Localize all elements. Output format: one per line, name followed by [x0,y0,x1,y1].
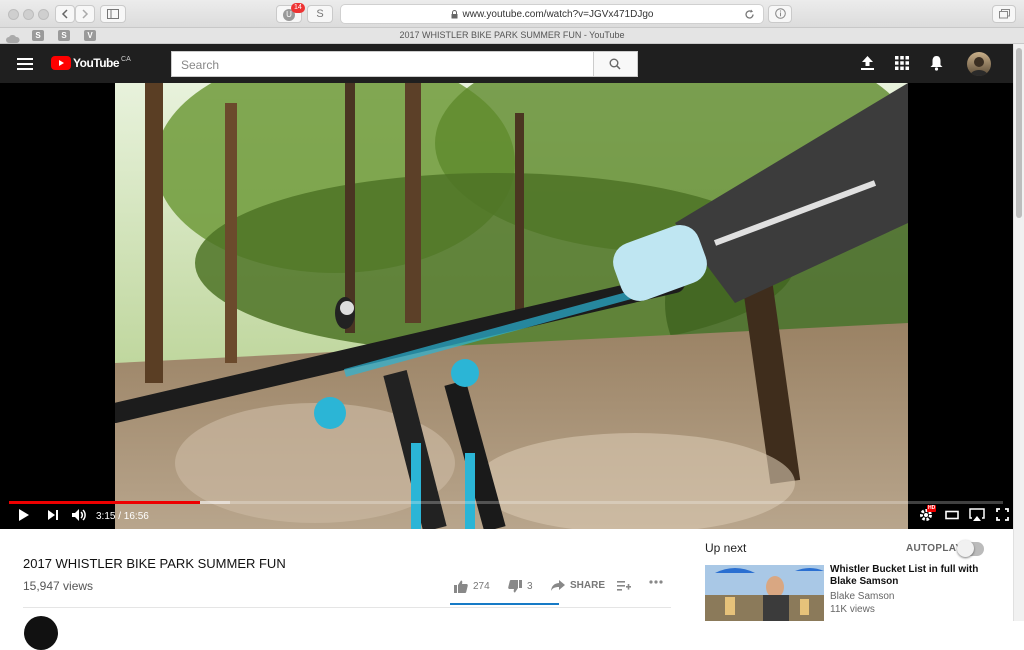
scrollbar-thumb[interactable] [1016,48,1022,218]
apps-button[interactable] [895,56,909,75]
play-icon [19,509,29,521]
airplay-button[interactable] [969,508,985,527]
info-icon [774,8,786,19]
next-button[interactable] [47,508,59,527]
autoplay-toggle[interactable] [957,540,984,557]
recommendation-channel[interactable]: Blake Samson [830,591,894,602]
account-avatar[interactable] [967,52,991,76]
volume-button[interactable] [71,508,87,527]
sidebar-toggle-button[interactable] [100,5,126,23]
lock-icon [451,9,458,18]
youtube-logo[interactable]: YouTube CA [51,56,131,70]
dislike-count: 3 [527,581,533,592]
like-button[interactable]: 274 [454,580,490,593]
reload-button[interactable] [744,7,755,25]
browser-toolbar: U 14 S www.youtube.com/watch?v=JGVx471DJ… [0,0,1024,28]
thumbs-up-icon [454,580,468,593]
fullscreen-button[interactable] [996,508,1009,526]
reader-button[interactable] [768,5,792,23]
search-button[interactable] [594,51,638,77]
share-label: SHARE [570,580,606,591]
search-icon [609,58,621,70]
share-arrow-icon [551,580,565,591]
logo-wordmark: YouTube [73,56,120,70]
fullscreen-icon [996,508,1009,521]
sidebar-icon [107,9,119,19]
progress-played [9,501,200,504]
view-count: 15,947 views [23,579,94,593]
extension-badge: 14 [291,3,305,13]
add-to-playlist-button[interactable] [617,580,631,591]
upload-button[interactable] [861,56,874,75]
back-button[interactable] [55,5,75,23]
hamburger-menu-icon [17,58,33,70]
airplay-icon [969,508,985,521]
menu-button[interactable] [17,57,33,75]
share-button[interactable]: SHARE [551,580,605,591]
thumbnail-image [705,565,824,621]
theater-mode-icon [945,510,959,520]
page-scrollbar[interactable] [1013,44,1024,621]
like-ratio-bar [450,603,559,605]
chevron-right-icon [82,9,89,19]
url-text: www.youtube.com/watch?v=JGVx471DJgo [462,8,654,20]
dislike-button[interactable]: 3 [508,580,533,593]
progress-bar[interactable] [9,501,1003,504]
tab-title[interactable]: 2017 WHISTLER BIKE PARK SUMMER FUN - You… [0,30,1024,40]
forward-button[interactable] [75,5,95,23]
play-button[interactable] [18,508,30,527]
youtube-play-logo-icon [51,56,71,70]
minimize-window-button[interactable] [23,9,34,20]
extension-u-button[interactable]: U 14 [276,3,305,23]
recommendation-title[interactable]: Whistler Bucket List in full with Blake … [830,564,990,588]
autoplay-toggle-knob [957,540,974,557]
video-title: 2017 WHISTLER BIKE PARK SUMMER FUN [23,556,286,571]
tab-bar: S S V 2017 WHISTLER BIKE PARK SUMMER FUN… [0,28,1024,44]
extension-s-button[interactable]: S [307,5,333,23]
video-frame[interactable] [115,83,908,529]
video-frame-image [115,83,908,529]
video-player[interactable]: 3:15 / 16:56 HD [0,83,1013,529]
like-count: 274 [473,581,490,592]
autoplay-label: AUTOPLAY [906,543,963,554]
chevron-left-icon [61,9,68,19]
settings-button[interactable]: HD [919,505,937,527]
up-next-heading: Up next [705,541,747,555]
channel-avatar[interactable] [24,616,58,650]
more-horizontal-icon [649,580,663,584]
tabs-icon [998,9,1010,19]
recommendation-thumbnail[interactable] [705,565,824,621]
time-display: 3:15 / 16:56 [96,511,149,522]
next-icon [48,510,58,520]
add-to-playlist-icon [617,581,631,591]
search-input[interactable]: Search [171,51,594,77]
address-bar[interactable]: www.youtube.com/watch?v=JGVx471DJgo [340,4,764,24]
recommendation-views: 11K views [830,604,875,615]
reload-icon [745,9,754,19]
bell-icon [930,56,943,71]
hd-badge: HD [927,505,937,512]
apps-grid-icon [895,56,909,70]
tabs-overview-button[interactable] [992,5,1016,23]
thumbs-down-icon [508,580,522,593]
more-actions-button[interactable] [649,580,663,584]
logo-region: CA [121,56,131,63]
avatar-image [970,57,988,76]
upload-icon [861,56,874,70]
youtube-header: YouTube CA Search [0,44,1013,83]
volume-icon [72,509,86,521]
close-window-button[interactable] [8,9,19,20]
zoom-window-button[interactable] [38,9,49,20]
notifications-button[interactable] [930,55,943,76]
theater-mode-button[interactable] [945,508,959,527]
section-divider [23,607,671,608]
extension-s-label: S [316,8,324,20]
